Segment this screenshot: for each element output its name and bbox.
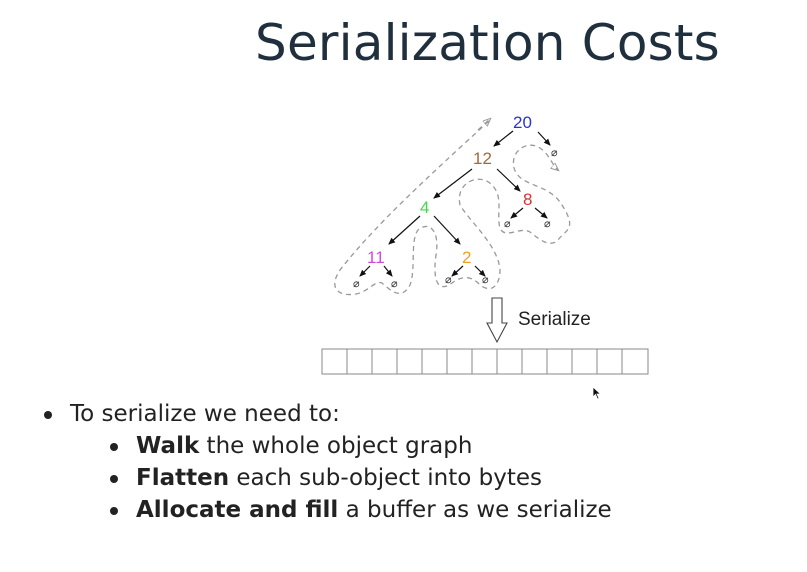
buffer-cell xyxy=(546,348,573,375)
edge-20-12 xyxy=(493,130,514,147)
buffer-cell xyxy=(321,348,348,375)
buffer-cell xyxy=(471,348,498,375)
null-icon: ⌀ xyxy=(551,146,558,159)
traversal-start-arrow xyxy=(477,119,490,131)
traversal-path xyxy=(334,120,571,296)
buffer-cell xyxy=(521,348,548,375)
serialize-arrow-icon xyxy=(486,297,508,344)
sub-bullet-bold: Walk xyxy=(136,433,200,459)
sub-bullet-bold: Allocate and fill xyxy=(136,497,339,523)
edge-20-null xyxy=(537,131,551,146)
buffer-cell xyxy=(346,348,373,375)
byte-buffer xyxy=(321,348,649,375)
node-8: 8 xyxy=(523,190,532,209)
sub-bullet: Walk the whole object graph xyxy=(106,430,612,462)
bullet-list: To serialize we need to: Walk the whole … xyxy=(40,398,612,526)
bullet-main-text: To serialize we need to: xyxy=(70,401,340,427)
buffer-cell xyxy=(396,348,423,375)
bullet-main: To serialize we need to: Walk the whole … xyxy=(40,398,612,526)
buffer-cell xyxy=(446,348,473,375)
sub-bullet: Allocate and fill a buffer as we seriali… xyxy=(106,494,612,526)
node-11: 11 xyxy=(367,248,385,267)
sub-bullet-text: the whole object graph xyxy=(199,433,473,459)
edge-4-11 xyxy=(388,215,421,245)
sub-bullet-text: a buffer as we serialize xyxy=(338,497,612,523)
edge-8-null-a xyxy=(510,207,524,219)
sub-bullet-list: Walk the whole object graph Flatten each… xyxy=(70,430,612,526)
null-icon: ⌀ xyxy=(482,273,489,286)
edge-11-null-a xyxy=(359,265,371,277)
null-icon: ⌀ xyxy=(391,277,398,290)
null-icon: ⌀ xyxy=(544,217,551,230)
null-icon: ⌀ xyxy=(445,273,452,286)
null-markers: ⌀ ⌀ ⌀ ⌀ ⌀ ⌀ ⌀ xyxy=(353,146,558,290)
sub-bullet-text: each sub-object into bytes xyxy=(229,465,542,491)
sub-bullet-bold: Flatten xyxy=(136,465,230,491)
slide: Serialization Costs ⌀ ⌀ ⌀ ⌀ ⌀ ⌀ ⌀ 20 12 … xyxy=(0,0,807,572)
buffer-cell xyxy=(496,348,523,375)
null-icon: ⌀ xyxy=(353,277,360,290)
buffer-cell xyxy=(421,348,448,375)
buffer-cell xyxy=(371,348,398,375)
serialize-label: Serialize xyxy=(518,309,591,330)
sub-bullet: Flatten each sub-object into bytes xyxy=(106,462,612,494)
edge-2-null-a xyxy=(451,265,464,277)
edge-12-8 xyxy=(496,168,521,192)
node-2: 2 xyxy=(462,248,471,267)
null-icon: ⌀ xyxy=(504,217,511,230)
edge-12-4 xyxy=(433,168,473,199)
buffer-cell xyxy=(571,348,598,375)
node-20: 20 xyxy=(513,113,532,132)
edge-4-2 xyxy=(433,215,461,245)
node-4: 4 xyxy=(420,198,429,217)
buffer-cell xyxy=(621,348,649,375)
edge-11-null-b xyxy=(383,265,393,277)
node-12: 12 xyxy=(473,149,492,168)
buffer-cell xyxy=(596,348,623,375)
